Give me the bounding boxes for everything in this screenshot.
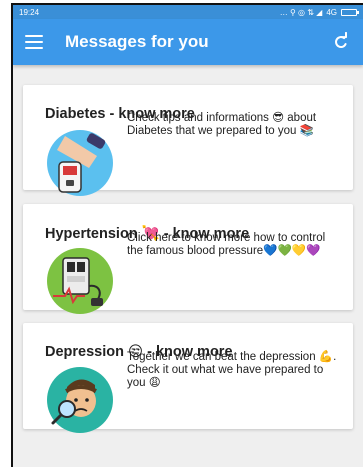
app-bar: Messages for you <box>13 19 363 65</box>
network-label: 4G <box>326 7 337 17</box>
page-title: Messages for you <box>65 32 209 51</box>
card-title-text: Hypertension <box>45 225 138 242</box>
sad-face-magnifier-icon <box>47 367 113 433</box>
status-bar: 19:24 … ⚲ ◎ ⇅ ◢ 4G <box>13 5 363 19</box>
card-body: Together we can beat the depression 💪. C… <box>127 351 337 389</box>
notification-icons: … ⚲ ◎ ⇅ ◢ <box>279 7 323 17</box>
hamburger-menu-icon[interactable] <box>25 35 43 49</box>
status-icons: … ⚲ ◎ ⇅ ◢ 4G <box>279 7 359 17</box>
status-time: 19:24 <box>19 7 40 17</box>
refresh-icon[interactable] <box>331 32 351 52</box>
glucose-meter-icon <box>47 130 113 196</box>
message-card-hypertension[interactable]: Hypertension 💘 - know more Click here to… <box>23 204 353 314</box>
card-body: Click here to know more how to control t… <box>127 232 326 257</box>
card-title-text: Depression <box>45 344 124 360</box>
blood-pressure-monitor-icon <box>47 248 113 314</box>
card-body: Check tips and informations 😎 about Diab… <box>127 112 317 137</box>
message-card-diabetes[interactable]: Diabetes - know more Check tips and info… <box>23 85 353 196</box>
message-card-depression[interactable]: Depression 😒 - know more Together we can… <box>23 323 353 433</box>
battery-icon <box>341 8 359 16</box>
phone-screen: 19:24 … ⚲ ◎ ⇅ ◢ 4G Messages for you Diab… <box>11 3 363 467</box>
